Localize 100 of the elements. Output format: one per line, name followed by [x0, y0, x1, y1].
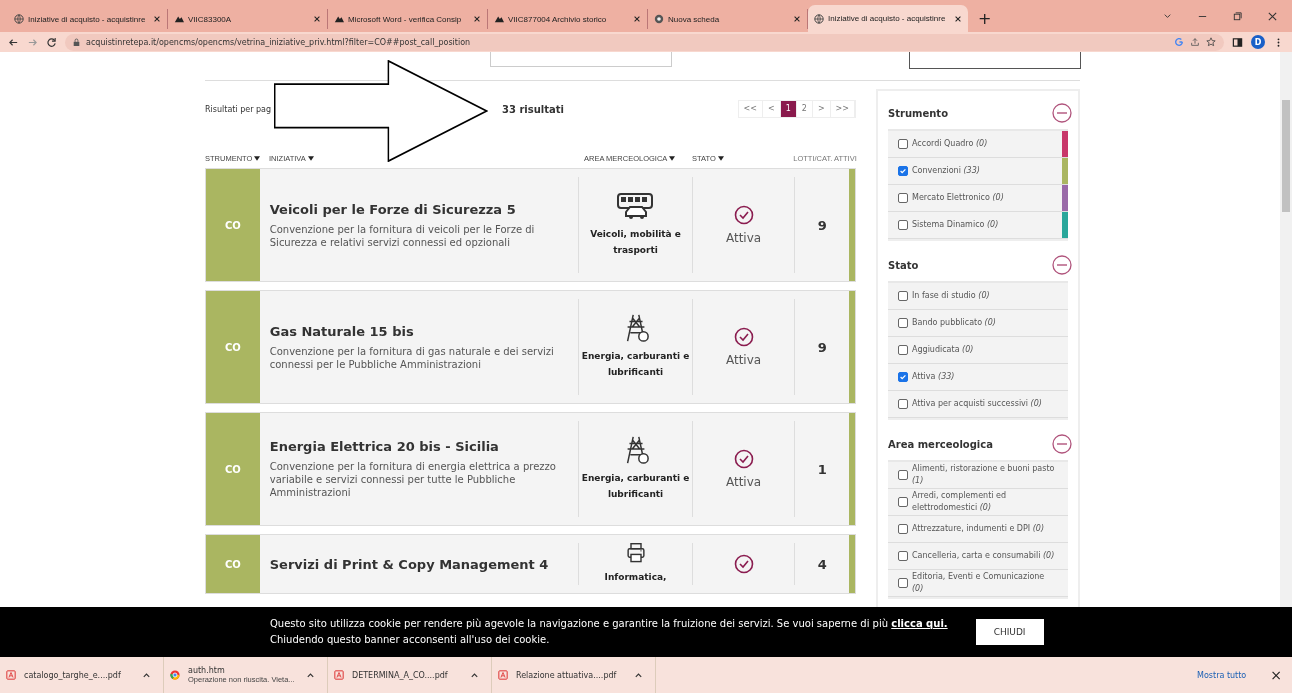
new-tab-button[interactable]: + [968, 9, 1002, 32]
close-downloads-button[interactable]: × [1270, 667, 1282, 683]
checkbox[interactable] [898, 166, 908, 176]
status-label: Attiva [725, 475, 762, 489]
bus-car-icon [615, 192, 656, 220]
download-item[interactable]: Relazione attuativa....pdf [492, 657, 656, 693]
caret-icon[interactable] [142, 670, 151, 680]
close-icon[interactable] [954, 14, 962, 23]
close-banner-button[interactable]: CHIUDI [975, 619, 1044, 645]
check-circle-icon [733, 205, 754, 225]
close-icon[interactable] [153, 15, 161, 23]
checkbox[interactable] [898, 193, 908, 203]
download-item[interactable]: catalogo_targhe_e....pdf [0, 657, 164, 693]
scrollbar-thumb[interactable] [1282, 100, 1290, 212]
cookie-notice: Questo sito utilizza cookie per rendere più agevole la navigazione e garantire la fruizione dei servizi. Se vuoi saperne di più clicca qui. Chiudendo questo banner acconsenti all'uso dei cookie. [270, 617, 948, 647]
initiative-card[interactable]: CO Gas Naturale 15 bis Convenzione per la fornitura di gas naturale e dei servizi connessi per le Pubbliche Amministrazioni Energia, carburanti e lubrificanti Attiva 9 [205, 290, 856, 404]
checkbox[interactable] [898, 470, 908, 480]
checkbox[interactable] [898, 318, 908, 328]
chrome-icon [654, 14, 664, 24]
lots-count: 9 [817, 217, 827, 233]
close-icon[interactable] [473, 15, 481, 23]
star-icon[interactable] [1206, 37, 1216, 47]
filter-option-label[interactable]: Aggiudicata (0) [912, 344, 986, 356]
pdf-icon [6, 670, 16, 680]
check-circle-icon [733, 449, 754, 469]
checkbox[interactable] [898, 399, 908, 409]
sort-icon[interactable] [717, 155, 724, 161]
globe-icon [814, 13, 824, 24]
browser-tab[interactable]: Microsoft Word - verifica Consip [328, 9, 488, 29]
initiative-card[interactable]: CO Servizi di Print & Copy Management 4 Informatica, 4 [205, 534, 856, 594]
checkbox[interactable] [898, 551, 908, 561]
category-label: Energia, carburanti e lubrificanti [580, 472, 691, 501]
filter-option-label[interactable]: Convenzioni (33) [912, 165, 992, 177]
caret-icon[interactable] [306, 670, 315, 680]
initiative-description: Convenzione per la fornitura di veicoli per le Forze di Sicurezza e relativi servizi connessi ed opzionali [269, 222, 536, 249]
reload-icon[interactable] [46, 36, 57, 48]
page-link[interactable]: > [812, 101, 831, 117]
checkbox[interactable] [898, 524, 908, 534]
pdf-icon [498, 670, 508, 680]
filter-heading: Stato [888, 259, 919, 271]
initiative-title[interactable]: Servizi di Print & Copy Management 4 [269, 556, 569, 572]
check-circle-icon [733, 554, 754, 574]
browser-tab[interactable]: Iniziative di acquisto - acquistinre [8, 9, 168, 29]
sort-icon[interactable] [669, 155, 676, 161]
initiative-title[interactable]: Energia Elettrica 20 bis - Sicilia [269, 439, 569, 454]
download-item[interactable]: DETERMINA_A_CO....pdf [328, 657, 492, 693]
cloud-icon [494, 14, 504, 24]
instrument-code: CO [224, 558, 241, 570]
collapse-icon[interactable] [1052, 434, 1072, 454]
page-link[interactable]: 2 [796, 101, 813, 117]
initiative-card[interactable] [205, 412, 856, 526]
caret-icon[interactable] [470, 670, 479, 680]
checkbox[interactable] [898, 578, 908, 588]
lock-icon[interactable] [73, 37, 80, 47]
page-link[interactable]: >> [830, 101, 855, 117]
chrome-icon [170, 670, 180, 680]
checkbox[interactable] [898, 291, 908, 301]
checkbox[interactable] [898, 345, 908, 355]
checkbox[interactable] [898, 372, 908, 382]
collapse-icon[interactable] [1052, 255, 1072, 275]
close-icon[interactable] [1267, 11, 1278, 22]
status-label: Attiva [725, 231, 762, 245]
results-per-page-label: Risultati per pag [205, 104, 273, 114]
checkbox[interactable] [898, 220, 908, 230]
close-icon[interactable] [633, 15, 641, 23]
filter-heading: Area merceologica [888, 438, 993, 450]
show-all-link[interactable]: Mostra tutto [1197, 670, 1247, 680]
cloud-icon [334, 14, 344, 24]
results-count: 33 risultati [502, 103, 564, 115]
filter-heading: Strumento [888, 107, 948, 119]
address-field[interactable]: acquistinretepa.it/opencms/opencms/vetrina_iniziative_priv.html?filter=CO##post_call_position [65, 33, 1224, 51]
checkbox[interactable] [898, 139, 908, 149]
initiative-title[interactable]: Gas Naturale 15 bis [269, 323, 569, 339]
close-icon[interactable] [313, 15, 321, 23]
checkbox[interactable] [898, 497, 908, 507]
collapse-icon[interactable] [1052, 103, 1072, 123]
page-link[interactable]: < [763, 101, 781, 117]
browser-tab[interactable]: Iniziative di acquisto - acquistinre [808, 5, 968, 32]
close-icon[interactable] [793, 15, 801, 23]
initiative-description: Convenzione per la fornitura di energia elettrica a prezzo variabile e servizi connessi per tutte le Pubbliche Amministrazioni [269, 460, 557, 499]
restore-icon[interactable] [1232, 11, 1243, 22]
filter-option-label[interactable]: Attiva (33) [912, 371, 967, 383]
more-info-link[interactable]: clicca qui. [891, 618, 948, 629]
category-label: Informatica, [604, 571, 667, 584]
browser-tab[interactable]: VIIC877004 Archivio storico [488, 9, 648, 29]
sort-icon[interactable] [307, 155, 314, 161]
sort-icon[interactable] [254, 155, 261, 161]
sidebar-icon[interactable] [1232, 36, 1243, 48]
instrument-code: CO [224, 341, 241, 353]
status-label: Attiva [725, 353, 762, 367]
share-icon[interactable] [1190, 37, 1200, 47]
initiative-title[interactable]: Veicoli per le Forze di Sicurezza 5 [269, 201, 569, 217]
cloud-icon [174, 14, 184, 24]
browser-tab[interactable]: VIIC83300A [168, 9, 328, 29]
caret-icon[interactable] [634, 670, 643, 680]
page-link[interactable]: << [738, 101, 763, 117]
lots-count: 1 [817, 461, 827, 477]
lots-count: 4 [817, 556, 827, 572]
initiative-card[interactable]: CO Veicoli per le Forze di Sicurezza 5 Convenzione per la fornitura di veicoli per le Forze di Sicurezza e relativi servizi connessi ed opzionali Veicoli, mobilità e trasporti Attiva 9 [205, 168, 856, 282]
profile-avatar[interactable]: D [1251, 35, 1265, 49]
